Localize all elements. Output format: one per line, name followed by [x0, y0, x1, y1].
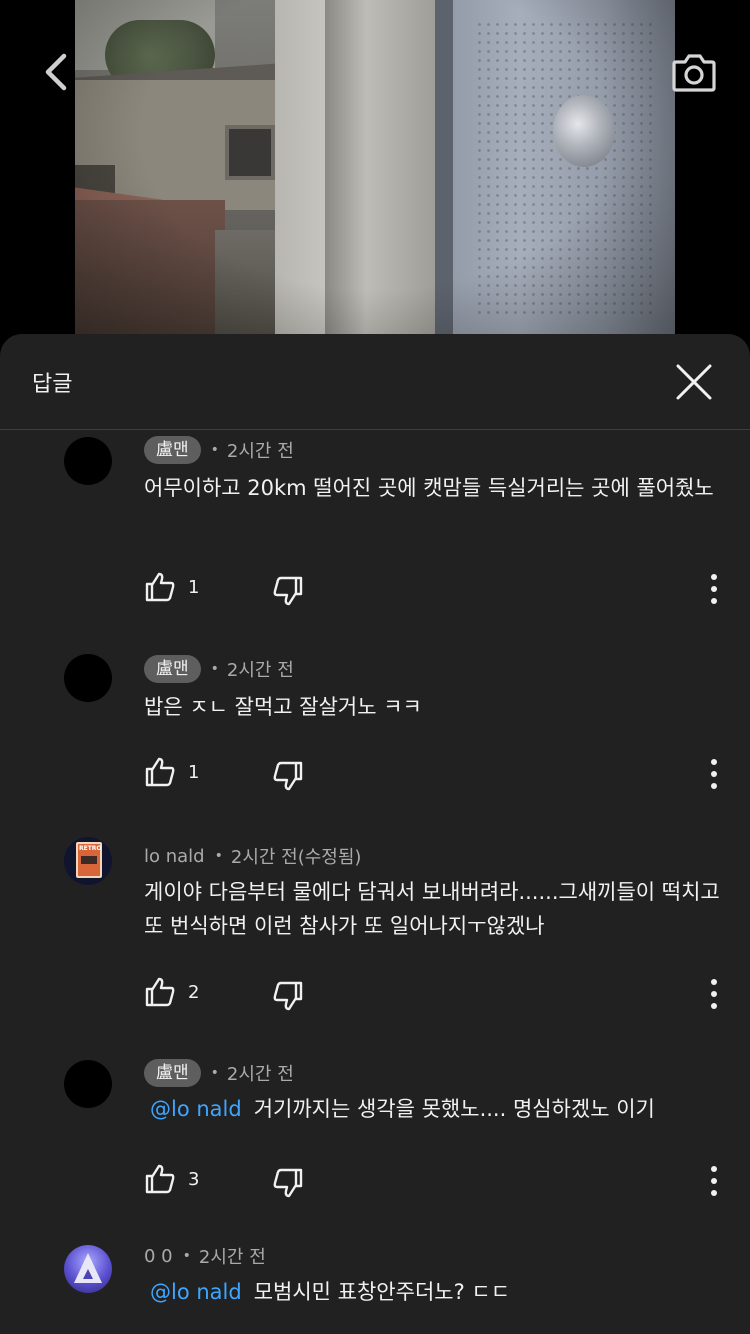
comment-actions: 1	[0, 569, 750, 609]
more-vertical-icon	[711, 574, 717, 604]
timestamp: 2시간 전	[198, 1247, 266, 1268]
comment-actions: 1	[0, 754, 750, 794]
more-options-button[interactable]	[700, 976, 728, 1012]
separator-dot: •	[214, 848, 223, 864]
more-vertical-icon	[711, 979, 717, 1009]
like-count: 3	[188, 1169, 200, 1190]
author-name[interactable]: lo nald	[144, 846, 205, 867]
comment-body: 밥은 ㅈㄴ 잘먹고 잘살거노 ㅋㅋ	[144, 695, 422, 719]
mention-link[interactable]: @lo nald	[144, 1275, 248, 1309]
avatar[interactable]	[64, 1245, 112, 1293]
like-count: 1	[188, 577, 200, 598]
timestamp: 2시간 전	[226, 1064, 294, 1085]
like-button[interactable]	[142, 754, 178, 790]
comment-text: 밥은 ㅈㄴ 잘먹고 잘살거노 ㅋㅋ	[144, 690, 724, 724]
author-name[interactable]: 0 0	[144, 1246, 173, 1267]
thumbs-up-icon	[145, 572, 175, 602]
avatar[interactable]	[64, 437, 112, 485]
dislike-button[interactable]	[270, 758, 306, 794]
comment-meta: 盧맨 • 2시간 전	[144, 435, 294, 465]
more-vertical-icon	[711, 1166, 717, 1196]
camera-icon	[672, 54, 716, 92]
comment-body: 어무이하고 20km 떨어진 곳에 캣맘들 득실거리는 곳에 풀어줬노	[144, 476, 714, 500]
avatar[interactable]: RETRO	[64, 837, 112, 885]
separator-dot: •	[210, 661, 219, 677]
avatar-label: RETRO	[79, 845, 102, 852]
comment-text: 어무이하고 20km 떨어진 곳에 캣맘들 득실거리는 곳에 풀어줬노	[144, 471, 724, 505]
timestamp: 2시간 전(수정됨)	[230, 847, 362, 868]
thumbs-down-icon	[273, 981, 303, 1011]
thumbs-down-icon	[273, 761, 303, 791]
separator-dot: •	[182, 1248, 191, 1264]
avatar[interactable]	[64, 1060, 112, 1108]
comment-actions: 3	[0, 1161, 750, 1201]
comment-body: 모범시민 표창안주더노? ㄷㄷ	[253, 1280, 511, 1304]
like-button[interactable]	[142, 1161, 178, 1197]
more-options-button[interactable]	[700, 571, 728, 607]
more-options-button[interactable]	[700, 1163, 728, 1199]
like-count: 1	[188, 762, 200, 783]
author-chip[interactable]: 盧맨	[144, 655, 201, 683]
close-button[interactable]	[670, 358, 718, 406]
comment-meta: lo nald • 2시간 전(수정됨)	[144, 841, 361, 871]
comment-meta: 0 0 • 2시간 전	[144, 1241, 266, 1271]
thumbs-up-icon	[145, 757, 175, 787]
chevron-left-icon	[45, 53, 67, 91]
thumbs-up-icon	[145, 977, 175, 1007]
comment-text: @lo nald 모범시민 표창안주더노? ㄷㄷ	[144, 1275, 724, 1309]
mention-link[interactable]: @lo nald	[144, 1092, 248, 1126]
comment-body: 거기까지는 생각을 못했노.... 명심하겠노 이기	[253, 1097, 655, 1121]
close-icon	[676, 364, 712, 400]
comment-text: 게이야 다음부터 물에다 담궈서 보내버려라......그새끼들이 떡치고 또 …	[144, 875, 724, 943]
comment-body: 게이야 다음부터 물에다 담궈서 보내버려라......그새끼들이 떡치고 또 …	[144, 880, 720, 938]
avatar[interactable]	[64, 654, 112, 702]
like-count: 2	[188, 982, 200, 1003]
sheet-header: 답글	[0, 334, 750, 430]
comment-meta: 盧맨 • 2시간 전	[144, 654, 294, 684]
like-button[interactable]	[142, 569, 178, 605]
like-button[interactable]	[142, 974, 178, 1010]
author-chip[interactable]: 盧맨	[144, 1059, 201, 1087]
separator-dot: •	[210, 442, 219, 458]
back-button[interactable]	[38, 50, 78, 94]
timestamp: 2시간 전	[226, 660, 294, 681]
thumbs-up-icon	[145, 1164, 175, 1194]
separator-dot: •	[210, 1065, 219, 1081]
video-frame	[75, 0, 675, 334]
comment-text: @lo nald 거기까지는 생각을 못했노.... 명심하겠노 이기	[144, 1092, 724, 1126]
video-player[interactable]	[0, 0, 750, 334]
author-chip[interactable]: 盧맨	[144, 436, 201, 464]
dislike-button[interactable]	[270, 1165, 306, 1201]
camera-button[interactable]	[670, 50, 718, 94]
more-vertical-icon	[711, 759, 717, 789]
thumbs-down-icon	[273, 576, 303, 606]
dislike-button[interactable]	[270, 573, 306, 609]
sheet-title: 답글	[32, 372, 73, 397]
comment-actions: 2	[0, 974, 750, 1014]
replies-sheet: 답글 盧맨 • 2시간 전 어무이하고 20km 떨어진 곳에 캣맘들 득실거리…	[0, 334, 750, 1334]
more-options-button[interactable]	[700, 756, 728, 792]
dislike-button[interactable]	[270, 978, 306, 1014]
cassette-icon: RETRO	[76, 842, 102, 878]
timestamp: 2시간 전	[226, 441, 294, 462]
comment-meta: 盧맨 • 2시간 전	[144, 1058, 294, 1088]
thumbs-down-icon	[273, 1168, 303, 1198]
